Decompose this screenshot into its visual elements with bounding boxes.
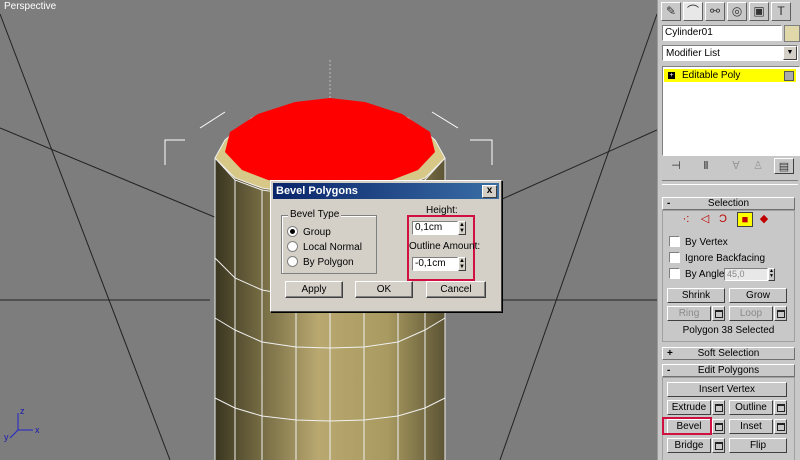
modify-icon[interactable]: ⌒ xyxy=(683,2,703,21)
settings-icon[interactable] xyxy=(774,306,787,321)
settings-icon[interactable] xyxy=(774,400,787,415)
bevel-type-label: Bevel Type xyxy=(288,209,342,220)
radio-label: Group xyxy=(303,227,331,238)
edge-icon[interactable]: ◁ xyxy=(697,212,713,227)
insert-vertex-button[interactable]: Insert Vertex xyxy=(667,382,787,397)
selection-status: Polygon 38 Selected xyxy=(682,325,775,336)
selected-top-face xyxy=(225,98,435,186)
hierarchy-icon[interactable]: ⚯ xyxy=(705,2,725,21)
extrude-button[interactable]: Extrude xyxy=(667,400,711,415)
inset-button[interactable]: Inset xyxy=(729,419,773,434)
expand-icon: + xyxy=(667,348,673,359)
loop-button[interactable]: Loop xyxy=(729,306,773,321)
checkbox-icon[interactable] xyxy=(669,251,680,263)
chevron-down-icon[interactable]: ▼ xyxy=(783,46,797,60)
spinner-arrows-icon[interactable]: ▲ ▼ xyxy=(458,257,466,271)
element-icon[interactable]: ◆ xyxy=(756,212,772,227)
angle-field[interactable]: 45,0 xyxy=(724,268,768,281)
by-angle-checkbox[interactable]: By Angle: xyxy=(669,267,728,281)
create-icon[interactable]: ✎ xyxy=(661,2,681,21)
modifier-stack[interactable]: + Editable Poly xyxy=(662,66,800,156)
stack-item-label: Editable Poly xyxy=(682,70,741,81)
highlight-box xyxy=(662,417,712,435)
radio-button-icon[interactable] xyxy=(287,240,298,252)
axis-gizmo xyxy=(9,413,33,439)
grow-button[interactable]: Grow xyxy=(729,288,787,303)
cancel-button[interactable]: Cancel xyxy=(426,281,486,298)
outline-button[interactable]: Outline xyxy=(729,400,773,415)
expand-icon[interactable]: + xyxy=(668,72,675,79)
gizmo-y-label: y xyxy=(4,432,9,442)
configure-sets-icon[interactable]: ▤ xyxy=(774,158,794,174)
bridge-button[interactable]: Bridge xyxy=(667,438,711,453)
checkbox-icon[interactable] xyxy=(669,235,680,247)
rollout-title: Selection xyxy=(707,198,750,209)
radio-by-polygon[interactable]: By Polygon xyxy=(287,255,354,269)
dialog-title: Bevel Polygons xyxy=(276,185,358,197)
spinner-arrows-icon[interactable]: ▲ ▼ xyxy=(768,268,775,281)
spinner-arrows-icon[interactable]: ▲ ▼ xyxy=(458,221,466,235)
radio-label: By Polygon xyxy=(303,257,354,268)
stack-item-editable-poly[interactable]: + Editable Poly xyxy=(664,69,796,82)
close-icon[interactable]: x xyxy=(482,185,497,198)
checkbox-label: By Angle: xyxy=(685,269,728,280)
edit-polygons-rollout-header[interactable]: - Edit Polygons xyxy=(662,364,795,377)
settings-icon[interactable] xyxy=(774,419,787,434)
settings-icon[interactable] xyxy=(712,306,725,321)
radio-local-normal[interactable]: Local Normal xyxy=(287,240,362,254)
settings-icon[interactable] xyxy=(712,400,725,415)
bevel-polygons-dialog: Bevel Polygons x Bevel Type Group Local … xyxy=(270,180,502,312)
rollout-title: Edit Polygons xyxy=(697,365,760,376)
show-end-result-icon[interactable]: Ⅱ xyxy=(696,158,716,174)
remove-modifier-icon[interactable]: ♙ xyxy=(748,158,768,174)
gizmo-x-label: x xyxy=(35,425,40,435)
rollout-title: Soft Selection xyxy=(697,348,760,359)
shrink-button[interactable]: Shrink xyxy=(667,288,725,303)
make-unique-icon[interactable]: ∀ xyxy=(726,158,746,174)
stack-light-icon[interactable] xyxy=(784,71,794,81)
height-label: Height: xyxy=(426,205,458,216)
soft-selection-rollout-header[interactable]: + Soft Selection xyxy=(662,347,795,360)
outline-amount-field[interactable]: -0,1cm xyxy=(412,257,458,271)
bevel-settings-icon[interactable] xyxy=(712,419,725,434)
checkbox-icon[interactable] xyxy=(669,267,680,279)
flip-button[interactable]: Flip xyxy=(729,438,787,453)
collapse-icon: - xyxy=(667,365,671,376)
radio-label: Local Normal xyxy=(303,242,362,253)
motion-icon[interactable]: ◎ xyxy=(727,2,747,21)
selection-rollout-header[interactable]: - Selection xyxy=(662,197,795,210)
ignore-backfacing-checkbox[interactable]: Ignore Backfacing xyxy=(669,251,766,265)
radio-button-icon[interactable] xyxy=(287,225,298,237)
height-field[interactable]: 0,1cm xyxy=(412,221,458,235)
display-icon[interactable]: ▣ xyxy=(749,2,769,21)
outline-amount-label: Outline Amount: xyxy=(409,241,481,252)
pin-stack-icon[interactable]: ⊣ xyxy=(666,158,686,174)
ok-button[interactable]: OK xyxy=(355,281,413,298)
apply-button[interactable]: Apply xyxy=(285,281,343,298)
outline-amount-spinner[interactable]: -0,1cm ▲ ▼ xyxy=(412,257,466,271)
by-vertex-checkbox[interactable]: By Vertex xyxy=(669,235,728,249)
checkbox-label: By Vertex xyxy=(685,237,728,248)
stack-toolbar: ⊣ Ⅱ ∀ ♙ ▤ xyxy=(662,158,798,176)
modifier-list-dropdown[interactable]: Modifier List ▼ xyxy=(662,45,798,61)
collapse-icon: - xyxy=(667,198,671,209)
divider xyxy=(662,180,798,185)
radio-button-icon[interactable] xyxy=(287,255,298,267)
height-spinner[interactable]: 0,1cm ▲ ▼ xyxy=(412,221,466,235)
ring-button[interactable]: Ring xyxy=(667,306,711,321)
object-name-field[interactable]: Cylinder01 xyxy=(662,25,782,41)
modifier-list-label: Modifier List xyxy=(666,48,720,59)
vertex-icon[interactable]: ·: xyxy=(678,212,694,227)
settings-icon[interactable] xyxy=(712,438,725,453)
border-icon[interactable]: Ɔ xyxy=(715,212,731,227)
polygon-icon[interactable]: ■ xyxy=(737,212,753,227)
perspective-viewport[interactable]: Perspective z x y Bevel Polygons x Bevel… xyxy=(0,0,657,460)
dialog-titlebar[interactable]: Bevel Polygons x xyxy=(273,183,499,199)
utilities-icon[interactable]: T xyxy=(771,2,791,21)
object-color-swatch[interactable] xyxy=(784,25,800,42)
checkbox-label: Ignore Backfacing xyxy=(685,253,766,264)
gizmo-z-label: z xyxy=(20,406,25,416)
radio-group[interactable]: Group xyxy=(287,225,331,239)
